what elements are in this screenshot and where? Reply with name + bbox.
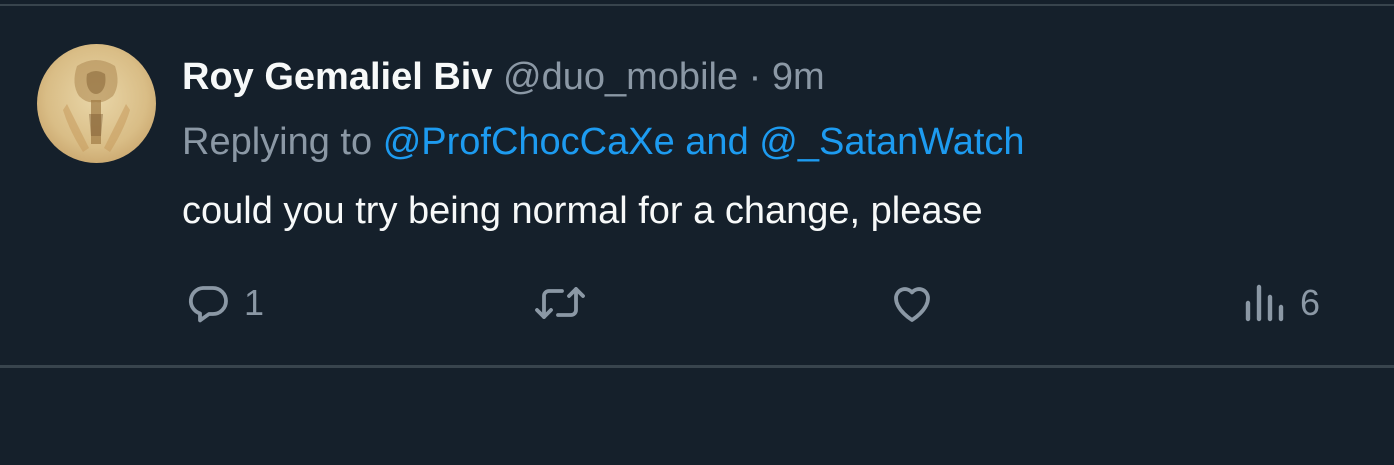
views-count: 6 <box>1300 282 1321 323</box>
replying-to: Replying to @ProfChocCaXe and @_SatanWat… <box>182 119 1025 165</box>
views-icon <box>1240 279 1288 327</box>
heart-icon <box>888 279 936 327</box>
divider-top <box>0 0 1394 6</box>
views-button[interactable]: 6 <box>1240 278 1320 328</box>
reply-and-text[interactable]: and <box>685 121 748 163</box>
avatar[interactable] <box>37 44 156 163</box>
avatar-image <box>37 44 156 163</box>
author-name[interactable]: Roy Gemaliel Biv <box>182 56 492 98</box>
timestamp[interactable]: 9m <box>772 56 825 98</box>
reply-icon <box>184 279 232 327</box>
reply-mention-link-1[interactable]: @ProfChocCaXe <box>383 121 675 163</box>
reply-mention-link-2[interactable]: @_SatanWatch <box>759 121 1024 163</box>
replying-prefix: Replying to <box>182 121 373 163</box>
retweet-button[interactable] <box>532 278 600 328</box>
tweet[interactable]: Roy Gemaliel Biv @duo_mobile · 9m Replyi… <box>0 8 1394 368</box>
reply-button[interactable]: 1 <box>184 278 264 328</box>
tweet-header: Roy Gemaliel Biv @duo_mobile · 9m <box>182 54 825 100</box>
reply-count: 1 <box>244 282 265 323</box>
retweet-icon <box>532 279 588 327</box>
timeline: Roy Gemaliel Biv @duo_mobile · 9m Replyi… <box>0 0 1394 465</box>
separator-dot: · <box>748 56 762 98</box>
author-handle[interactable]: @duo_mobile <box>503 56 738 98</box>
like-button[interactable] <box>888 278 948 328</box>
tweet-text: could you try being normal for a change,… <box>182 190 983 232</box>
